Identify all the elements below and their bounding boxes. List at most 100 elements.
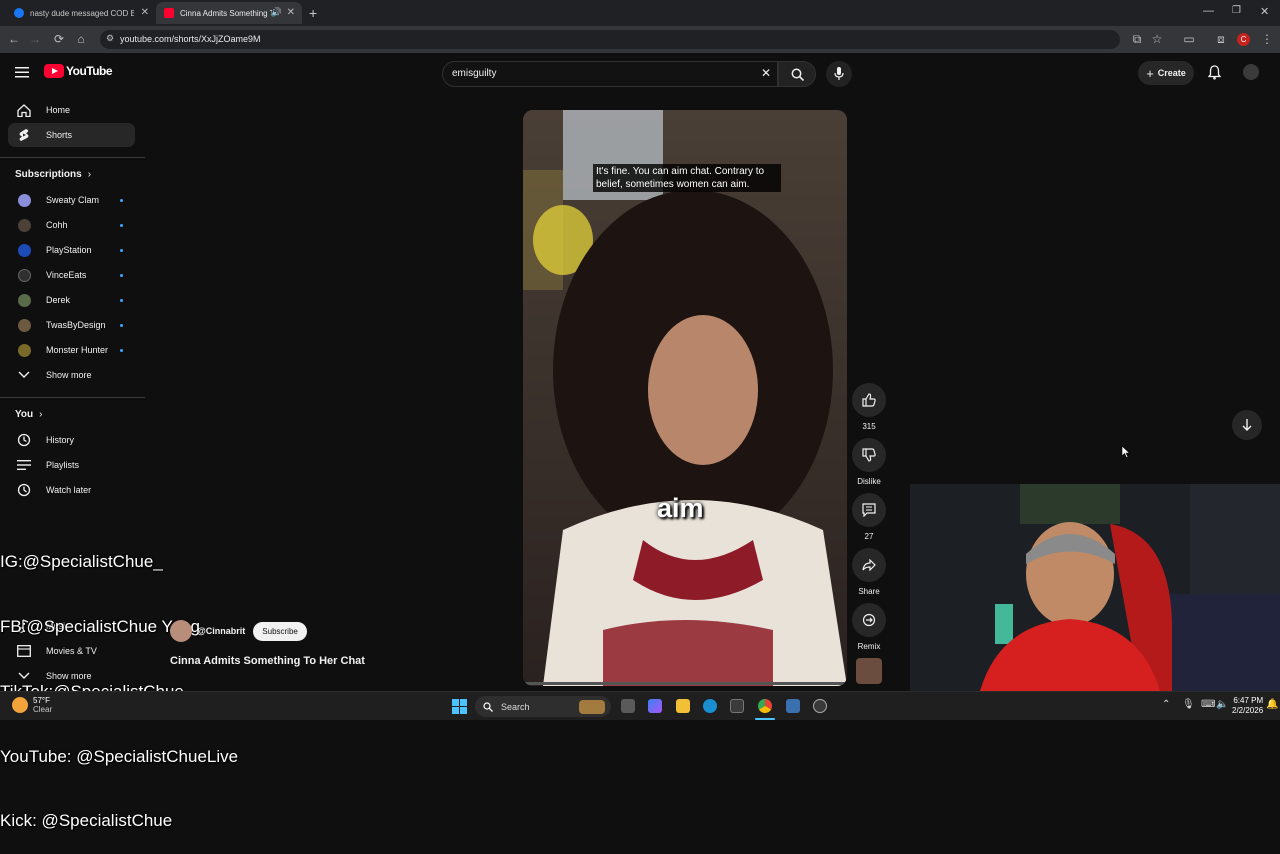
site-info-icon[interactable]: ⚙	[106, 33, 114, 44]
extensions-icon[interactable]: ⧈	[1214, 32, 1228, 46]
home-icon	[10, 103, 38, 117]
sidebar-item-history[interactable]: History	[8, 428, 135, 452]
new-content-dot	[120, 273, 123, 277]
clear-search-icon[interactable]: ✕	[761, 66, 771, 80]
edge-browser-icon[interactable]	[703, 699, 717, 713]
next-video-button[interactable]	[1232, 410, 1262, 440]
weather-condition: Clear	[33, 705, 53, 714]
bookmark-star-icon[interactable]: ☆	[1150, 32, 1164, 46]
tab-search-icon[interactable]: ▭	[1182, 32, 1196, 46]
youtube-logo[interactable]: YouTube	[44, 64, 113, 78]
browser-tab-2[interactable]: Cinna Admits Something To 🔊 ✕	[156, 2, 302, 24]
search-button[interactable]	[778, 61, 816, 87]
close-tab-icon[interactable]: ✕	[141, 7, 149, 18]
remix-button[interactable]: Remix	[852, 603, 886, 651]
microphone-tray-icon[interactable]: 🎙	[1182, 699, 1195, 710]
chevron-down-icon	[10, 371, 38, 379]
mail-icon[interactable]	[786, 699, 800, 713]
maximize-icon[interactable]: ❐	[1232, 5, 1241, 16]
search-box[interactable]: emisguilty ✕	[442, 61, 778, 87]
new-tab-icon[interactable]: +	[309, 5, 317, 21]
app-icon[interactable]	[813, 699, 827, 713]
browser-tab-1[interactable]: nasty dude messaged COD BU ✕	[6, 2, 156, 24]
search-highlight-icon	[579, 699, 605, 714]
like-button[interactable]: 315	[852, 383, 886, 431]
voice-search-button[interactable]	[826, 61, 852, 87]
audio-playing-icon[interactable]: 🔊	[271, 7, 282, 18]
channel-name[interactable]: @Cinnabrit	[197, 626, 245, 636]
browser-menu-icon[interactable]: ⋮	[1260, 32, 1274, 46]
show-hidden-icons-chevron-icon[interactable]: ⌃	[1162, 699, 1170, 710]
tab-title: Cinna Admits Something To	[180, 8, 272, 18]
search-input[interactable]: emisguilty	[452, 68, 496, 79]
you-heading[interactable]: You ›	[15, 409, 43, 420]
audio-track-thumbnail[interactable]	[856, 658, 882, 684]
create-button[interactable]: + Create	[1138, 61, 1194, 85]
show-more-subscriptions-button[interactable]: Show more	[8, 363, 135, 387]
streamer-webcam	[910, 484, 1280, 691]
account-avatar[interactable]	[1243, 64, 1259, 80]
install-app-icon[interactable]: ⧉	[1130, 32, 1144, 46]
minimize-icon[interactable]: —	[1203, 5, 1214, 17]
volume-icon[interactable]: 🔈	[1216, 699, 1228, 710]
comments-button[interactable]: 27	[852, 493, 886, 541]
weather-temperature: 57°F	[33, 696, 50, 705]
home-browser-icon[interactable]: ⌂	[74, 32, 88, 46]
sidebar-item-cohh[interactable]: Cohh	[8, 213, 135, 237]
sidebar-item-label: PlayStation	[46, 245, 92, 255]
sidebar-item-playlists[interactable]: Playlists	[8, 453, 135, 477]
sidebar-item-sweaty-clam[interactable]: Sweaty Clam	[8, 188, 135, 212]
address-bar[interactable]: ⚙ youtube.com/shorts/XxJjZOame9M	[100, 30, 1120, 49]
shorts-video-player[interactable]	[523, 110, 847, 686]
history-icon	[10, 433, 38, 447]
notifications-bell-icon[interactable]	[1208, 65, 1221, 80]
copilot-icon[interactable]	[648, 699, 662, 713]
streamer-socials-overlay: IG:@SpecialistChue_ FB:@SpecialistChue Y…	[0, 508, 238, 854]
windows-start-icon[interactable]	[452, 699, 467, 714]
sidebar-item-monster-hunter[interactable]: Monster Hunter	[8, 338, 135, 362]
sidebar-item-playstation[interactable]: PlayStation	[8, 238, 135, 262]
share-icon	[852, 548, 886, 582]
sidebar-item-vinceeats[interactable]: VinceEats	[8, 263, 135, 287]
close-window-icon[interactable]: ✕	[1260, 5, 1269, 18]
forward-icon[interactable]: →	[28, 32, 42, 46]
back-icon[interactable]: ←	[7, 32, 21, 46]
subscriptions-heading[interactable]: Subscriptions ›	[15, 169, 91, 180]
shorts-icon	[10, 128, 38, 142]
dislike-button[interactable]: Dislike	[852, 438, 886, 486]
dislike-icon	[852, 438, 886, 472]
new-content-dot	[120, 348, 123, 352]
reload-icon[interactable]: ⟳	[52, 32, 66, 46]
sidebar-item-derek[interactable]: Derek	[8, 288, 135, 312]
task-view-icon[interactable]	[621, 699, 635, 713]
video-title[interactable]: Cinna Admits Something To Her Chat	[170, 655, 365, 667]
sidebar-item-label: History	[46, 435, 75, 445]
browser-toolbar: ← → ⟳ ⌂ ⚙ youtube.com/shorts/XxJjZOame9M…	[0, 26, 1280, 53]
share-button[interactable]: Share	[852, 548, 886, 596]
sidebar-item-label: Derek	[46, 295, 71, 305]
sidebar-item-watch-later[interactable]: Watch later	[8, 478, 135, 502]
hamburger-menu-icon[interactable]	[15, 66, 29, 78]
remix-icon	[852, 603, 886, 637]
file-explorer-icon[interactable]	[676, 699, 690, 713]
avatar	[17, 318, 31, 332]
tab-title: nasty dude messaged COD BU	[30, 8, 134, 18]
close-tab-icon[interactable]: ✕	[287, 7, 295, 18]
dislike-label: Dislike	[857, 477, 881, 486]
sidebar-item-shorts[interactable]: Shorts	[8, 123, 135, 147]
microsoft-store-icon[interactable]	[730, 699, 744, 713]
webcam-frame	[910, 484, 1280, 691]
subscribe-button[interactable]: Subscribe	[253, 621, 307, 641]
network-icon[interactable]: ⌨	[1201, 699, 1215, 710]
sidebar-item-home[interactable]: Home	[8, 98, 135, 122]
channel-avatar[interactable]	[170, 620, 192, 642]
weather-widget[interactable]: 57°F Clear	[12, 696, 52, 714]
sidebar-item-twasbydesign[interactable]: TwasByDesign	[8, 313, 135, 337]
video-progress-bar[interactable]	[523, 682, 847, 685]
taskbar-search-box[interactable]: Search	[475, 696, 611, 717]
notification-center-icon[interactable]: 🔔	[1266, 699, 1278, 710]
chrome-icon[interactable]	[758, 699, 772, 713]
url-text[interactable]: youtube.com/shorts/XxJjZOame9M	[120, 34, 261, 44]
clock[interactable]: 6:47 PM 2/2/2026	[1232, 696, 1263, 716]
profile-avatar[interactable]: C	[1237, 33, 1250, 46]
